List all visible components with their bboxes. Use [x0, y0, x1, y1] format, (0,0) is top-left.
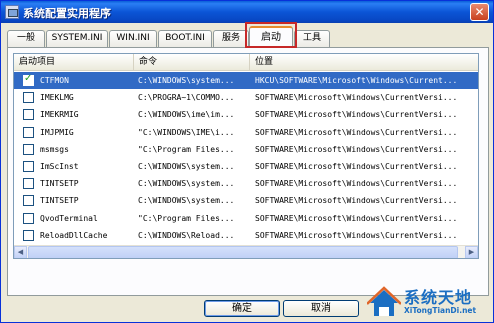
tab-general[interactable]: 一般	[7, 30, 45, 47]
item-command: C:\WINDOWS\system...	[138, 76, 235, 85]
startup-item-checkbox[interactable]	[23, 92, 34, 104]
item-location: SOFTWARE\Microsoft\Windows\CurrentVersi.…	[255, 144, 458, 154]
startup-item-checkbox[interactable]	[23, 178, 34, 190]
startup-item-checkbox[interactable]	[23, 143, 34, 155]
startup-item-checkbox[interactable]	[23, 212, 34, 224]
title-bar[interactable]: 系统配置实用程序 ✕	[1, 1, 493, 23]
startup-item-checkbox[interactable]	[23, 73, 34, 86]
item-location: SOFTWARE\Microsoft\Windows\CurrentVersi.…	[255, 230, 458, 240]
cancel-button[interactable]: 取消	[283, 300, 359, 317]
item-location: SOFTWARE\Microsoft\Windows\CurrentVersi.…	[255, 196, 458, 206]
close-button[interactable]: ✕	[470, 3, 489, 21]
list-item[interactable]: IMJPMIG "C:\WINDOWS\IME\i... SOFTWARE\Micr…	[14, 124, 478, 141]
tab-tools[interactable]: 工具	[294, 30, 330, 47]
scroll-thumb[interactable]	[28, 246, 458, 258]
list-item[interactable]: QvodTerminal "C:\Program Files... SOFTWARE…	[14, 210, 478, 227]
tab-services[interactable]: 服务	[213, 30, 249, 47]
tab-system-ini[interactable]: SYSTEM.INI	[46, 30, 108, 47]
watermark-title: 系统天地	[404, 288, 473, 307]
list-item[interactable]: ImScInst C:\WINDOWS\system... SOFTWARE\Mic…	[14, 158, 478, 175]
startup-item-checkbox[interactable]	[23, 229, 34, 241]
watermark-url: XiTongTianDi.net	[404, 306, 477, 315]
column-header-location[interactable]: 位置	[250, 54, 478, 71]
item-name: TINTSETP	[40, 179, 79, 189]
startup-item-checkbox[interactable]	[23, 126, 34, 138]
list-item[interactable]: ReloadDllCache C:\WINDOWS\Reload... SOFTWA…	[14, 227, 478, 244]
item-name: CTFMON	[40, 76, 69, 85]
item-name: TINTSETP	[40, 196, 79, 206]
ok-button[interactable]: 确定	[204, 300, 280, 317]
watermark-logo: 系统天地 XiTongTianDi.net	[367, 284, 491, 320]
startup-item-checkbox[interactable]	[23, 109, 34, 121]
item-command: "C:\Program Files...	[138, 144, 235, 154]
list-item[interactable]: CTFMON C:\WINDOWS\system... HKCU\SOFTWARE\…	[14, 72, 478, 90]
startup-tab-highlight	[245, 22, 297, 48]
item-location: SOFTWARE\Microsoft\Windows\CurrentVersi.…	[255, 213, 458, 223]
item-location: HKCU\SOFTWARE\Microsoft\Windows\Current.…	[255, 76, 458, 85]
startup-list[interactable]: 启动项目 命令 位置 CTFMON C:\WINDOWS\system... HKC…	[13, 53, 479, 259]
item-name: QvodTerminal	[40, 213, 98, 223]
tab-boot-ini[interactable]: BOOT.INI	[158, 30, 212, 47]
item-command: "C:\Program Files...	[138, 213, 235, 223]
list-item[interactable]: TINTSETP C:\WINDOWS\system... SOFTWARE\Mic…	[14, 175, 478, 192]
scroll-right-button[interactable]: ▶	[465, 246, 478, 258]
scroll-left-button[interactable]: ◀	[14, 246, 27, 258]
column-header-command[interactable]: 命令	[134, 54, 250, 71]
item-name: ReloadDllCache	[40, 230, 108, 240]
item-location: SOFTWARE\Microsoft\Windows\CurrentVersi.…	[255, 110, 458, 120]
house-logo-icon	[367, 286, 401, 316]
column-header-item[interactable]: 启动项目	[14, 54, 134, 71]
startup-item-checkbox[interactable]	[23, 195, 34, 207]
list-item[interactable]: IMEKLMG C:\PROGRA~1\COMMO... SOFTWARE\Micr…	[14, 89, 478, 106]
tab-win-ini[interactable]: WIN.INI	[109, 30, 157, 47]
window-title: 系统配置实用程序	[23, 7, 111, 20]
list-rows: CTFMON C:\WINDOWS\system... HKCU\SOFTWARE\…	[14, 72, 478, 258]
item-command: C:\WINDOWS\system...	[138, 161, 235, 171]
app-icon	[5, 5, 19, 19]
system-config-window: 系统配置实用程序 ✕ 一般 SYSTEM.INI WIN.INI BOOT.IN…	[0, 0, 494, 323]
item-command: C:\WINDOWS\system...	[138, 179, 235, 189]
item-location: SOFTWARE\Microsoft\Windows\CurrentVersi.…	[255, 179, 458, 189]
list-header: 启动项目 命令 位置	[14, 54, 478, 71]
item-command: C:\WINDOWS\ime\im...	[138, 110, 235, 120]
horizontal-scrollbar[interactable]: ◀ ▶	[14, 245, 478, 258]
list-item[interactable]: TINTSETP C:\WINDOWS\system... SOFTWARE\Mic…	[14, 192, 478, 209]
item-name: IMEKRMIG	[40, 110, 79, 120]
item-command: C:\WINDOWS\system...	[138, 196, 235, 206]
item-name: msmsgs	[40, 144, 69, 154]
item-location: SOFTWARE\Microsoft\Windows\CurrentVersi.…	[255, 161, 458, 171]
item-location: SOFTWARE\Microsoft\Windows\CurrentVersi.…	[255, 93, 458, 103]
item-name: IMEKLMG	[40, 93, 74, 103]
item-command: C:\WINDOWS\Reload...	[138, 230, 235, 240]
item-command: "C:\WINDOWS\IME\i...	[138, 127, 235, 137]
item-command: C:\PROGRA~1\COMMO...	[138, 93, 235, 103]
item-location: SOFTWARE\Microsoft\Windows\CurrentVersi.…	[255, 127, 458, 137]
startup-item-checkbox[interactable]	[23, 160, 34, 172]
list-item[interactable]: msmsgs "C:\Program Files... SOFTWARE\Micro…	[14, 141, 478, 158]
item-name: IMJPMIG	[40, 127, 74, 137]
item-name: ImScInst	[40, 161, 79, 171]
list-item[interactable]: IMEKRMIG C:\WINDOWS\ime\im... SOFTWARE\Mic…	[14, 106, 478, 123]
